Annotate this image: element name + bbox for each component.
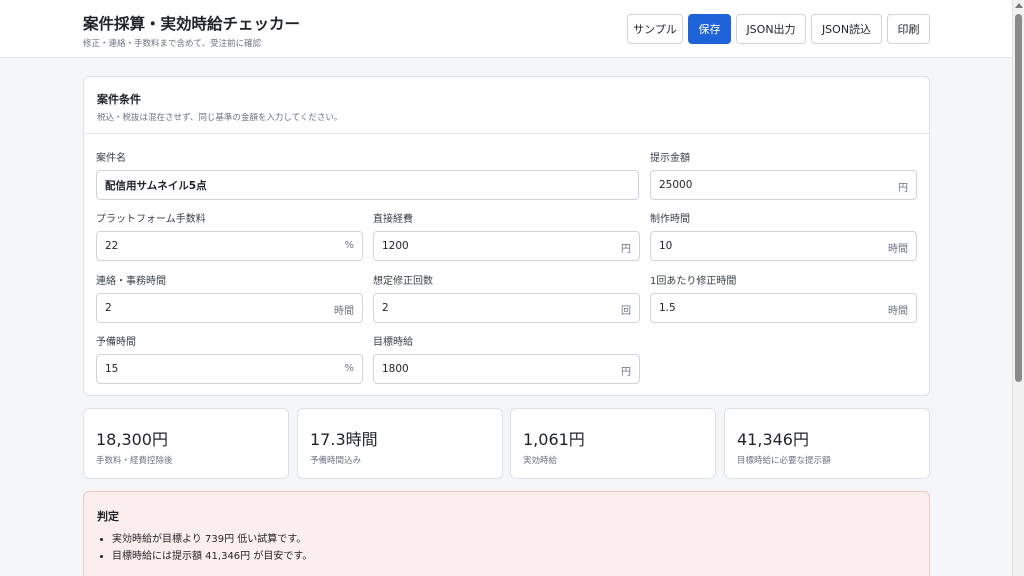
stat-value: 17.3時間 <box>310 430 378 449</box>
toolbar: サンプル 保存 JSON出力 JSON読込 印刷 <box>627 14 930 44</box>
project-name-input[interactable] <box>97 171 638 199</box>
page-title: 案件採算・実効時給チェッカー <box>83 15 301 33</box>
stat-label: 目標時給に必要な提示額 <box>737 456 831 466</box>
conditions-note: 税込・税抜は混在させず、同じ基準の金額を入力してください。 <box>97 113 343 123</box>
print-button[interactable]: 印刷 <box>887 14 930 44</box>
offer-amount-input[interactable] <box>651 171 916 199</box>
direct-cost-label: 直接経費 <box>373 214 413 225</box>
revision-count-box: 回 <box>373 293 640 323</box>
page-subtitle: 修正・連絡・手数料まで含めて、受注前に確認 <box>83 39 262 49</box>
stat-card-net-income: 18,300円 手数料・経費控除後 <box>83 408 289 479</box>
offer-amount-label: 提示金額 <box>650 153 690 164</box>
production-time-label: 制作時間 <box>650 214 690 225</box>
buffer-time-unit: % <box>344 363 354 374</box>
target-wage-input[interactable] <box>374 355 639 383</box>
project-name-box <box>96 170 639 200</box>
revision-time-box: 時間 <box>650 293 917 323</box>
field-target-wage: 目標時給 円 <box>373 333 640 384</box>
json-export-button[interactable]: JSON出力 <box>736 14 806 44</box>
field-revision-count: 想定修正回数 回 <box>373 272 640 323</box>
target-wage-label: 目標時給 <box>373 337 413 348</box>
app-header: 案件採算・実効時給チェッカー 修正・連絡・手数料まで含めて、受注前に確認 サンプ… <box>0 0 1012 58</box>
json-import-button[interactable]: JSON読込 <box>811 14 882 44</box>
revision-time-label: 1回あたり修正時間 <box>650 276 737 287</box>
direct-cost-box: 円 <box>373 231 640 261</box>
page-scrollbar[interactable] <box>1012 0 1024 576</box>
conditions-card-header: 案件条件 税込・税抜は混在させず、同じ基準の金額を入力してください。 <box>84 77 929 134</box>
field-project-name: 案件名 <box>96 149 639 200</box>
verdict-item: 実効時給が目標より 739円 低い試算です。 <box>112 531 312 548</box>
platform-fee-input[interactable] <box>97 232 362 260</box>
production-time-input[interactable] <box>651 232 916 260</box>
contact-time-box: 時間 <box>96 293 363 323</box>
buffer-time-box: % <box>96 354 363 384</box>
project-name-label: 案件名 <box>96 153 126 164</box>
sample-button[interactable]: サンプル <box>627 14 683 44</box>
verdict-list: 実効時給が目標より 739円 低い試算です。 目標時給には提示額 41,346円… <box>112 531 312 565</box>
platform-fee-box: % <box>96 231 363 261</box>
contact-time-input[interactable] <box>97 294 362 322</box>
buffer-time-input[interactable] <box>97 355 362 383</box>
field-platform-fee: プラットフォーム手数料 % <box>96 210 363 261</box>
platform-fee-unit: % <box>344 240 354 251</box>
save-button[interactable]: 保存 <box>688 14 731 44</box>
scroll-thumb[interactable] <box>1015 14 1022 382</box>
production-time-unit: 時間 <box>888 244 908 255</box>
target-wage-unit: 円 <box>621 367 631 378</box>
stat-card-effective-wage: 1,061円 実効時給 <box>510 408 716 479</box>
stat-card-required-offer: 41,346円 目標時給に必要な提示額 <box>724 408 930 479</box>
conditions-title: 案件条件 <box>97 93 141 106</box>
stat-label: 手数料・経費控除後 <box>96 456 173 466</box>
field-production-time: 制作時間 時間 <box>650 210 917 261</box>
offer-amount-box: 円 <box>650 170 917 200</box>
revision-time-unit: 時間 <box>888 306 908 317</box>
field-contact-time: 連絡・事務時間 時間 <box>96 272 363 323</box>
direct-cost-input[interactable] <box>374 232 639 260</box>
app-page: 案件採算・実効時給チェッカー 修正・連絡・手数料まで含めて、受注前に確認 サンプ… <box>0 0 1024 576</box>
field-buffer-time: 予備時間 % <box>96 333 363 384</box>
target-wage-box: 円 <box>373 354 640 384</box>
revision-count-input[interactable] <box>374 294 639 322</box>
direct-cost-unit: 円 <box>621 244 631 255</box>
revision-count-label: 想定修正回数 <box>373 276 433 287</box>
verdict-panel: 判定 実効時給が目標より 739円 低い試算です。 目標時給には提示額 41,3… <box>83 491 930 576</box>
revision-count-unit: 回 <box>621 306 631 317</box>
stat-value: 18,300円 <box>96 430 168 449</box>
conditions-card: 案件条件 税込・税抜は混在させず、同じ基準の金額を入力してください。 案件名 提… <box>83 76 930 396</box>
platform-fee-label: プラットフォーム手数料 <box>96 214 206 225</box>
field-direct-cost: 直接経費 円 <box>373 210 640 261</box>
field-offer-amount: 提示金額 円 <box>650 149 917 200</box>
offer-amount-unit: 円 <box>898 183 908 194</box>
stat-label: 予備時間込み <box>310 456 362 466</box>
stat-value: 1,061円 <box>523 430 585 449</box>
stat-label: 実効時給 <box>523 456 558 466</box>
contact-time-unit: 時間 <box>334 306 354 317</box>
revision-time-input[interactable] <box>651 294 916 322</box>
scroll-up-arrow-icon[interactable] <box>1015 3 1023 8</box>
verdict-item: 目標時給には提示額 41,346円 が目安です。 <box>112 548 312 565</box>
stat-value: 41,346円 <box>737 430 809 449</box>
verdict-title: 判定 <box>97 510 119 523</box>
field-revision-time: 1回あたり修正時間 時間 <box>650 272 917 323</box>
production-time-box: 時間 <box>650 231 917 261</box>
stat-card-total-hours: 17.3時間 予備時間込み <box>297 408 503 479</box>
buffer-time-label: 予備時間 <box>96 337 136 348</box>
contact-time-label: 連絡・事務時間 <box>96 276 166 287</box>
